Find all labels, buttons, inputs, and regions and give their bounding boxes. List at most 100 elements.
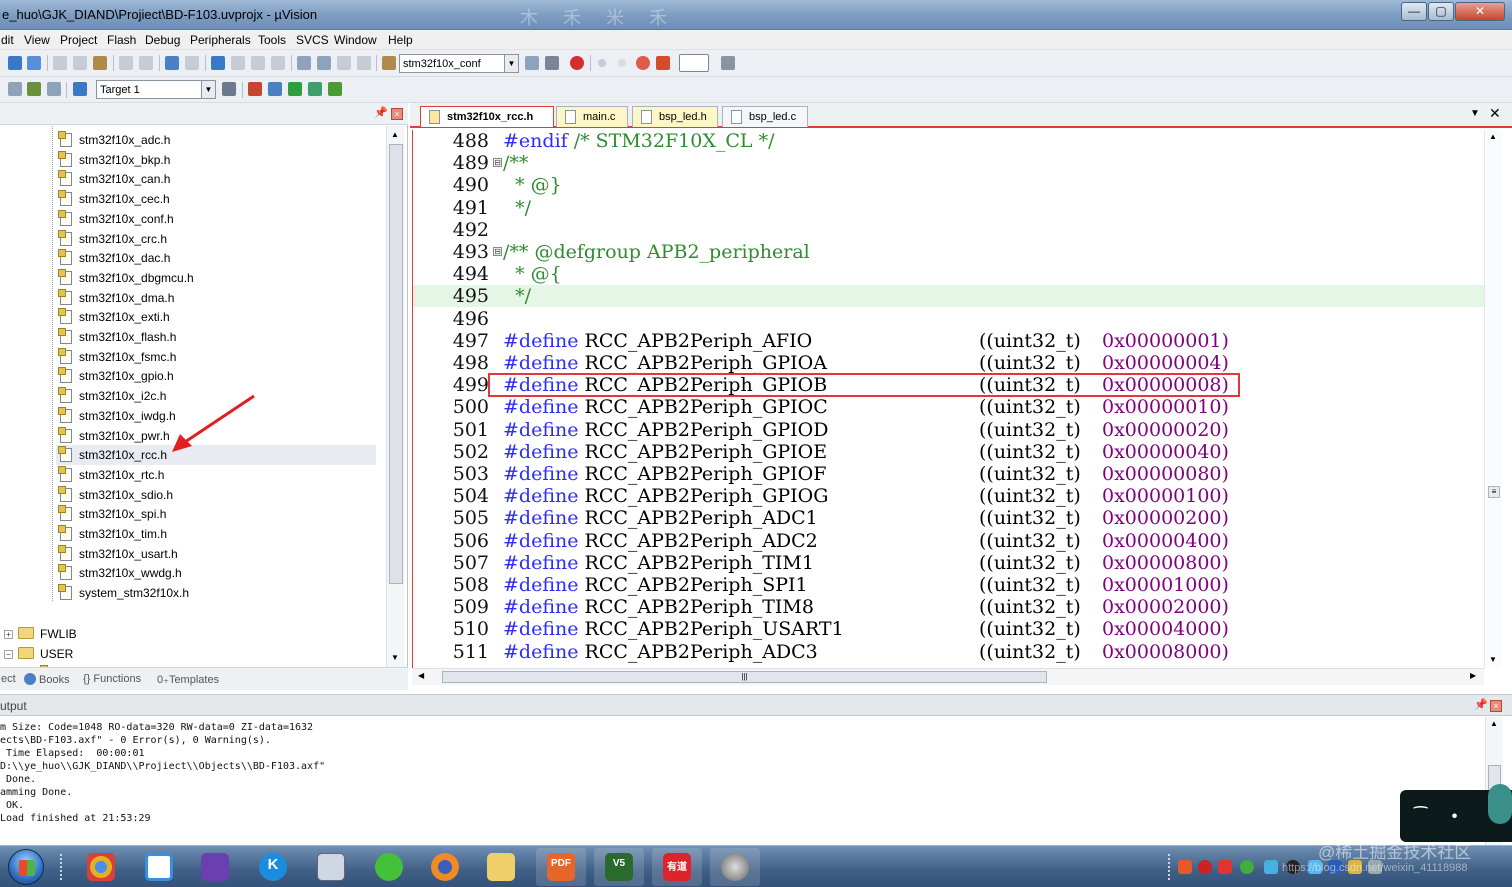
tab-stm32f10x-rcc-h[interactable]: stm32f10x_rcc.h bbox=[420, 106, 554, 127]
comment-icon[interactable] bbox=[337, 56, 351, 70]
close-icon[interactable]: ✕ bbox=[1489, 105, 1501, 122]
tab-books[interactable]: Books bbox=[24, 671, 70, 689]
tab-functions[interactable]: {} Functions bbox=[83, 671, 141, 689]
scroll-thumb[interactable]: ||| bbox=[442, 671, 1047, 683]
build-icon[interactable] bbox=[27, 82, 41, 96]
code-line[interactable]: 490 * @} bbox=[413, 174, 1484, 196]
download-icon[interactable] bbox=[73, 82, 87, 96]
scroll-grip-icon[interactable]: ≡ bbox=[1488, 486, 1500, 498]
kill-breakpoints-icon[interactable] bbox=[636, 56, 650, 70]
code-line[interactable]: 492 bbox=[413, 219, 1484, 241]
prev-bookmark-icon[interactable] bbox=[231, 56, 245, 70]
tab-project[interactable]: ect bbox=[1, 671, 16, 689]
tree-file-item[interactable]: stm32f10x_dma.h bbox=[56, 288, 376, 308]
copy-icon[interactable] bbox=[73, 56, 87, 70]
menu-view[interactable]: View bbox=[24, 33, 50, 47]
run-time-environment-icon[interactable] bbox=[328, 82, 342, 96]
tree-group-fwlib[interactable]: FWLIB bbox=[18, 624, 218, 644]
breakpoint-icon[interactable] bbox=[598, 59, 606, 67]
code-line[interactable]: 489 ⊟/** bbox=[413, 152, 1484, 174]
tree-file-item[interactable]: stm32f10x_bkp.h bbox=[56, 150, 376, 170]
taskbar-grip[interactable] bbox=[60, 854, 64, 880]
taskbar-app-file-explorer[interactable] bbox=[476, 848, 526, 886]
tree-file-item[interactable]: stm32f10x_adc.h bbox=[56, 130, 376, 150]
code-line[interactable]: 504 #define RCC_APB2Periph_GPIOG ((uint32_… bbox=[413, 485, 1484, 507]
code-line[interactable]: 507 #define RCC_APB2Periph_TIM1 ((uint32_t… bbox=[413, 552, 1484, 574]
project-tree-scrollbar[interactable]: ▲ ▼ bbox=[386, 126, 405, 667]
scroll-up-icon[interactable]: ▲ bbox=[391, 130, 399, 139]
breakpoint-disable-icon[interactable] bbox=[618, 59, 626, 67]
editor-vertical-scrollbar[interactable]: ▲ ≡ ▼ bbox=[1484, 130, 1502, 668]
tree-file-item[interactable]: stm32f10x_spi.h bbox=[56, 504, 376, 524]
tree-file-item[interactable]: stm32f10x_crc.h bbox=[56, 229, 376, 249]
tree-expander-icon[interactable]: − bbox=[4, 650, 13, 659]
options-for-target-icon[interactable] bbox=[222, 82, 236, 96]
find-combo[interactable]: stm32f10x_conf ▼ bbox=[399, 54, 519, 73]
manage-project-items-icon[interactable] bbox=[248, 82, 262, 96]
save-icon[interactable] bbox=[8, 56, 22, 70]
code-line[interactable]: 505 #define RCC_APB2Periph_ADC1 ((uint32_t… bbox=[413, 507, 1484, 529]
pin-icon[interactable]: 📌 bbox=[1474, 698, 1488, 711]
clear-breakpoints-icon[interactable] bbox=[656, 56, 670, 70]
scroll-right-icon[interactable]: ▶ bbox=[1470, 671, 1476, 680]
green-diamond-icon[interactable] bbox=[288, 82, 302, 96]
code-line[interactable]: 510 #define RCC_APB2Periph_USART1 ((uint32… bbox=[413, 618, 1484, 640]
menu-peripherals[interactable]: Peripherals bbox=[190, 33, 251, 47]
code-line[interactable]: 508 #define RCC_APB2Periph_SPI1 ((uint32_t… bbox=[413, 574, 1484, 596]
window-layout-icon[interactable] bbox=[679, 54, 709, 72]
tab-bsp-led-h[interactable]: bsp_led.h bbox=[632, 106, 718, 127]
code-line[interactable]: 498 #define RCC_APB2Periph_GPIOA ((uint32_… bbox=[413, 352, 1484, 374]
tree-group-user[interactable]: USER bbox=[18, 644, 218, 664]
navigate-back-icon[interactable] bbox=[165, 56, 179, 70]
navigate-forward-icon[interactable] bbox=[185, 56, 199, 70]
code-line[interactable]: 506 #define RCC_APB2Periph_ADC2 ((uint32_t… bbox=[413, 530, 1484, 552]
menu-window[interactable]: Window bbox=[334, 33, 377, 47]
menu-svcs[interactable]: SVCS bbox=[296, 33, 329, 47]
find-icon[interactable] bbox=[525, 56, 539, 70]
taskbar-app-visual-studio[interactable] bbox=[190, 848, 240, 886]
tree-file-item[interactable]: stm32f10x_usart.h bbox=[56, 544, 376, 564]
tab-bsp-led-c[interactable]: bsp_led.c bbox=[722, 106, 808, 127]
find-in-files-icon[interactable] bbox=[382, 56, 396, 70]
menu-project[interactable]: Project bbox=[60, 33, 97, 47]
scroll-down-icon[interactable]: ▼ bbox=[1489, 655, 1497, 664]
tree-expander-icon[interactable]: + bbox=[4, 630, 13, 639]
tab-list-chevron-icon[interactable]: ▼ bbox=[1470, 108, 1480, 119]
tab-templates[interactable]: 0₊Templates bbox=[157, 671, 219, 689]
taskbar-app-pdf-reader[interactable]: PDF bbox=[536, 848, 586, 886]
scroll-down-icon[interactable]: ▼ bbox=[391, 653, 399, 662]
tree-file-item[interactable]: stm32f10x_wwdg.h bbox=[56, 563, 376, 583]
code-line[interactable]: 497 #define RCC_APB2Periph_AFIO ((uint32_t… bbox=[413, 330, 1484, 352]
scroll-thumb[interactable] bbox=[389, 144, 403, 584]
taskbar-app-keil[interactable]: V5 bbox=[594, 848, 644, 886]
code-line[interactable]: 509 #define RCC_APB2Periph_TIM8 ((uint32_t… bbox=[413, 596, 1484, 618]
scroll-left-icon[interactable]: ◀ bbox=[418, 671, 424, 680]
tray-grip[interactable] bbox=[1168, 854, 1172, 880]
network-icon[interactable] bbox=[1264, 860, 1278, 874]
tree-file-item[interactable]: stm32f10x_dac.h bbox=[56, 248, 376, 268]
code-line[interactable]: 500 #define RCC_APB2Periph_GPIOC ((uint32_… bbox=[413, 396, 1484, 418]
taskbar-app-kugou[interactable]: K bbox=[248, 848, 298, 886]
translate-icon[interactable] bbox=[8, 82, 22, 96]
code-line[interactable]: 488 #endif /* STM32F10X_CL */ bbox=[413, 130, 1484, 152]
tray-app-icon[interactable] bbox=[1218, 860, 1232, 874]
close-icon[interactable]: × bbox=[1490, 700, 1502, 712]
pack-installer-icon[interactable] bbox=[308, 82, 322, 96]
debug-session-icon[interactable] bbox=[570, 56, 584, 70]
tree-file-item[interactable]: stm32f10x_rtc.h bbox=[56, 465, 376, 485]
code-line[interactable]: 511 #define RCC_APB2Periph_ADC3 ((uint32_t… bbox=[413, 641, 1484, 663]
tree-file-item[interactable]: stm32f10x_sdio.h bbox=[56, 485, 376, 505]
tree-file-item[interactable]: stm32f10x_tim.h bbox=[56, 524, 376, 544]
cut-icon[interactable] bbox=[53, 56, 67, 70]
tree-file-item[interactable]: system_stm32f10x.h bbox=[56, 583, 376, 603]
code-line[interactable]: 495 */ bbox=[413, 285, 1484, 307]
taskbar-app-photo[interactable] bbox=[710, 848, 760, 886]
tree-file-item[interactable]: stm32f10x_dbgmcu.h bbox=[56, 268, 376, 288]
taskbar-app-calculator[interactable] bbox=[306, 848, 356, 886]
maximize-button[interactable]: ▢ bbox=[1428, 2, 1454, 21]
tree-file-item[interactable]: stm32f10x_exti.h bbox=[56, 307, 376, 327]
minimize-button[interactable]: — bbox=[1401, 2, 1427, 21]
uncomment-icon[interactable] bbox=[357, 56, 371, 70]
tree-file-item[interactable]: stm32f10x_can.h bbox=[56, 169, 376, 189]
target-combo[interactable]: Target 1 ▼ bbox=[96, 80, 216, 99]
